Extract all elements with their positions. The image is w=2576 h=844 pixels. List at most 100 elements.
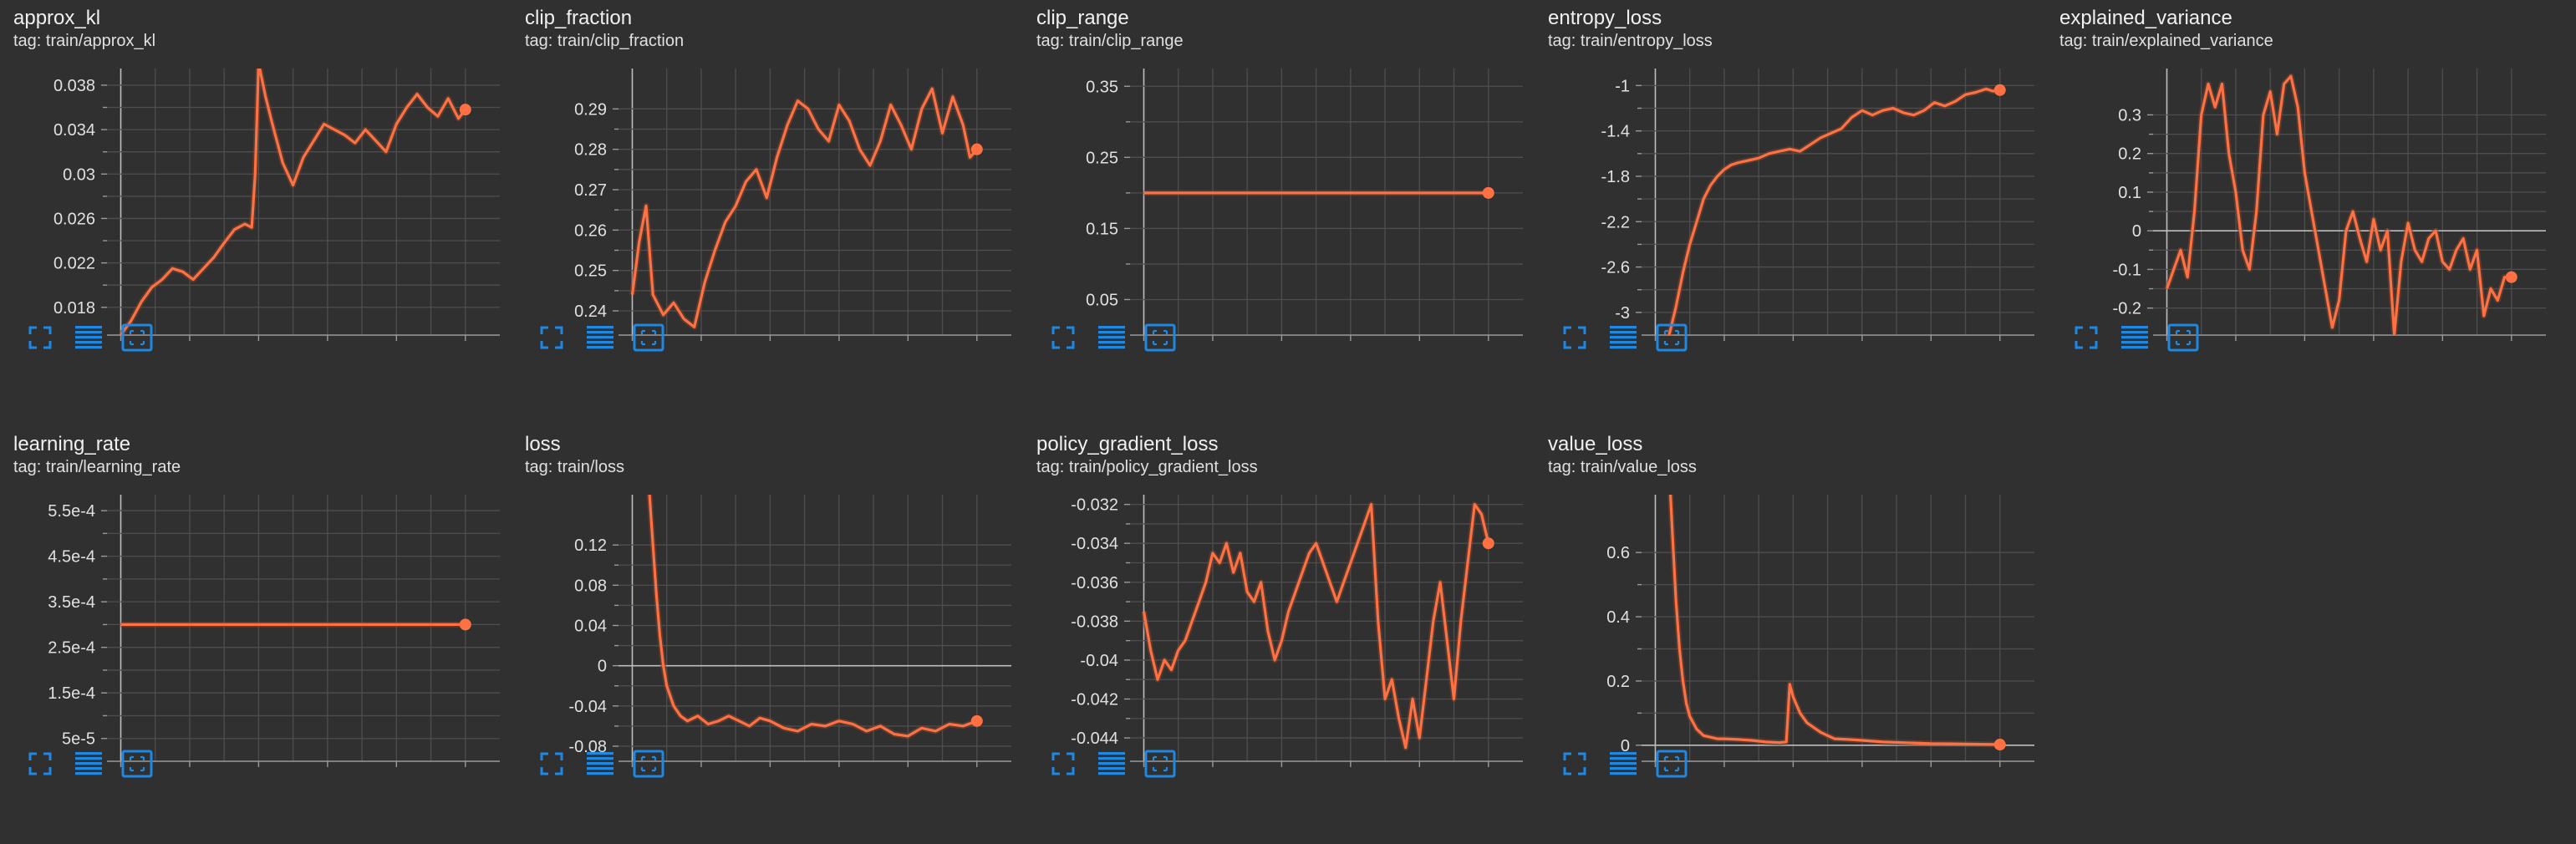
card-toolbar bbox=[1046, 321, 1214, 354]
fullscreen-button[interactable] bbox=[1046, 747, 1080, 780]
fit-domain-icon bbox=[633, 323, 664, 352]
fit-domain-button[interactable] bbox=[120, 321, 154, 354]
y-tick-label: -3 bbox=[1615, 304, 1630, 323]
raw-series-line bbox=[1667, 495, 2000, 748]
fullscreen-button[interactable] bbox=[1558, 321, 1591, 354]
last-point-marker bbox=[1993, 739, 2006, 751]
y-tick-label: -0.036 bbox=[1071, 574, 1118, 592]
y-tick-label: 0.26 bbox=[574, 221, 607, 240]
toggle-y-axis-log-icon bbox=[587, 752, 613, 775]
line-chart[interactable]: 0100k200k300k400k500k-0.08-0.0400.040.08… bbox=[512, 483, 1023, 767]
y-tick-label: 0.6 bbox=[1606, 544, 1630, 562]
scalar-card-clip-fraction: clip_fractiontag: train/clip_fraction010… bbox=[512, 0, 1013, 418]
toggle-y-axis-log-icon bbox=[2121, 326, 2148, 349]
y-tick-label: -0.042 bbox=[1071, 690, 1118, 709]
fullscreen-icon bbox=[1563, 326, 1586, 349]
log-scale-button[interactable] bbox=[1095, 747, 1128, 780]
y-tick-label: -0.038 bbox=[1071, 613, 1118, 631]
fullscreen-button[interactable] bbox=[1046, 321, 1080, 354]
fit-domain-button[interactable] bbox=[1143, 321, 1177, 354]
fit-domain-button[interactable] bbox=[2166, 321, 2200, 354]
last-point-marker bbox=[970, 714, 983, 727]
scalar-card-loss: losstag: train/loss0100k200k300k400k500k… bbox=[512, 426, 1013, 844]
scalar-card-policy-gradient-loss: policy_gradient_loss tag: train/policy_gr… bbox=[1023, 426, 1525, 844]
card-tag: tag: train/loss bbox=[525, 458, 624, 476]
y-tick-label: -0.034 bbox=[1071, 535, 1118, 553]
line-chart[interactable]: 0100k200k300k400k500k-0.044-0.042-0.04-0… bbox=[1023, 483, 1535, 767]
scalar-card-clip-range: clip_rangetag: train/clip_range0100k200k… bbox=[1023, 0, 1525, 418]
card-tag: tag: train/clip_range bbox=[1036, 32, 1184, 50]
fit-domain-icon bbox=[633, 750, 664, 778]
fullscreen-button[interactable] bbox=[2069, 321, 2103, 354]
line-chart[interactable]: 0100k200k300k400k500k0.0180.0220.0260.03… bbox=[0, 57, 512, 341]
fit-domain-button[interactable] bbox=[632, 747, 665, 780]
fullscreen-button[interactable] bbox=[23, 321, 57, 354]
y-tick-label: -0.2 bbox=[2113, 300, 2141, 318]
fullscreen-icon bbox=[1051, 752, 1075, 775]
line-chart[interactable]: 0100k200k300k400k500k-0.2-0.100.10.20.3 bbox=[2046, 57, 2558, 341]
fit-domain-icon bbox=[121, 750, 153, 778]
log-scale-button[interactable] bbox=[72, 321, 105, 354]
y-tick-label: 0.4 bbox=[1606, 608, 1630, 627]
toggle-y-axis-log-icon bbox=[1610, 752, 1637, 775]
fullscreen-button[interactable] bbox=[535, 321, 568, 354]
smoothed-series-line bbox=[1667, 87, 2001, 335]
line-chart[interactable]: 0100k200k300k400k500k00.20.40.6 bbox=[1535, 483, 2046, 767]
scalar-card-entropy-loss: entropy_losstag: train/entropy_loss0100k… bbox=[1535, 0, 2036, 418]
y-tick-label: 0.24 bbox=[574, 303, 607, 321]
card-toolbar bbox=[2069, 321, 2237, 354]
scalar-card-value-loss: value_losstag: train/value_loss0100k200k… bbox=[1535, 426, 2036, 844]
line-chart[interactable]: 0100k200k300k400k500k0.050.150.250.35 bbox=[1023, 57, 1535, 341]
last-point-marker bbox=[459, 618, 471, 631]
fullscreen-icon bbox=[2075, 326, 2098, 349]
card-tag: tag: train/clip_fraction bbox=[525, 32, 685, 50]
card-tag: tag: train/value_loss bbox=[1548, 458, 1697, 476]
scalar-card-learning-rate: learning_ratetag: train/learning_rate010… bbox=[0, 426, 501, 844]
card-title: value_loss bbox=[1548, 433, 1643, 455]
last-point-marker bbox=[459, 104, 471, 116]
y-tick-label: 0.25 bbox=[574, 262, 607, 281]
line-chart[interactable]: 0100k200k300k400k500k-3-2.6-2.2-1.8-1.4-… bbox=[1535, 57, 2046, 341]
fit-domain-icon bbox=[2167, 323, 2199, 352]
scalar-card-explained-variance: explained_variance tag: train/explained_v… bbox=[2046, 0, 2548, 418]
y-tick-label: 0.28 bbox=[574, 141, 607, 160]
fullscreen-button[interactable] bbox=[535, 747, 568, 780]
log-scale-button[interactable] bbox=[1606, 321, 1640, 354]
y-tick-label: -1.8 bbox=[1601, 168, 1630, 186]
fit-domain-icon bbox=[121, 323, 153, 352]
y-tick-label: 0.038 bbox=[53, 77, 95, 95]
y-tick-label: 0.15 bbox=[1086, 220, 1118, 238]
y-tick-label: 0.05 bbox=[1086, 291, 1118, 309]
fit-domain-button[interactable] bbox=[1655, 321, 1688, 354]
card-toolbar bbox=[535, 321, 702, 354]
fit-domain-button[interactable] bbox=[120, 747, 154, 780]
card-toolbar bbox=[1558, 747, 1725, 780]
fullscreen-icon bbox=[1563, 752, 1586, 775]
fullscreen-button[interactable] bbox=[1558, 747, 1591, 780]
fullscreen-button[interactable] bbox=[23, 747, 57, 780]
line-chart[interactable]: 0100k200k300k400k500k5e-51.5e-42.5e-43.5… bbox=[0, 483, 512, 767]
line-chart[interactable]: 0100k200k300k400k500k0.240.250.260.270.2… bbox=[512, 57, 1023, 341]
log-scale-button[interactable] bbox=[1606, 747, 1640, 780]
fit-domain-button[interactable] bbox=[632, 321, 665, 354]
smoothed-series-line bbox=[1669, 495, 2000, 746]
card-toolbar bbox=[535, 747, 702, 780]
fit-domain-button[interactable] bbox=[1655, 747, 1688, 780]
log-scale-button[interactable] bbox=[583, 747, 617, 780]
y-tick-label: 0.29 bbox=[574, 100, 607, 119]
fit-domain-button[interactable] bbox=[1143, 747, 1177, 780]
y-tick-label: 0 bbox=[2132, 222, 2141, 241]
y-tick-label: 0.2 bbox=[2118, 145, 2141, 164]
card-title: learning_rate bbox=[13, 433, 131, 455]
log-scale-button[interactable] bbox=[72, 747, 105, 780]
card-toolbar bbox=[1046, 747, 1214, 780]
log-scale-button[interactable] bbox=[2118, 321, 2151, 354]
y-tick-label: 5e-5 bbox=[62, 730, 95, 749]
log-scale-button[interactable] bbox=[583, 321, 617, 354]
log-scale-button[interactable] bbox=[1095, 321, 1128, 354]
card-title: entropy_loss bbox=[1548, 7, 1662, 29]
y-tick-label: 4.5e-4 bbox=[48, 548, 95, 567]
card-title: loss bbox=[525, 433, 561, 455]
card-title: approx_kl bbox=[13, 7, 101, 29]
y-tick-label: -2.2 bbox=[1601, 213, 1630, 231]
